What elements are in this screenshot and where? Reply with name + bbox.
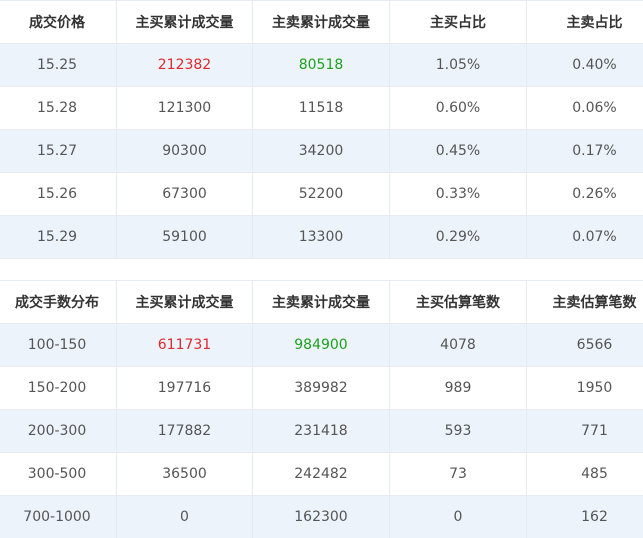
table-row: 150-200 197716 389982 989 1950	[0, 366, 643, 410]
cell-sell-volume: 13300	[252, 215, 390, 259]
cell-sell-ratio: 0.06%	[526, 86, 643, 130]
cell-buy-volume: 177882	[116, 409, 253, 453]
header-sell-volume: 主卖累计成交量	[252, 280, 390, 324]
cell-buy-count: 4078	[389, 323, 527, 367]
cell-buy-ratio: 1.05%	[389, 43, 527, 87]
cell-buy-volume: 59100	[116, 215, 253, 259]
table-row: 700-1000 0 162300 0 162	[0, 495, 643, 538]
table-header-row: 成交价格 主买累计成交量 主卖累计成交量 主买占比 主卖占比	[0, 0, 643, 44]
cell-sell-volume: 80518	[252, 43, 390, 87]
cell-lot-range: 150-200	[0, 366, 117, 410]
cell-price: 15.29	[0, 215, 117, 259]
cell-sell-volume: 11518	[252, 86, 390, 130]
cell-sell-ratio: 0.40%	[526, 43, 643, 87]
cell-lot-range: 700-1000	[0, 495, 117, 538]
cell-buy-volume: 121300	[116, 86, 253, 130]
cell-sell-volume: 242482	[252, 452, 390, 496]
cell-buy-ratio: 0.45%	[389, 129, 527, 173]
cell-buy-volume: 67300	[116, 172, 253, 216]
lot-size-distribution-table: 成交手数分布 主买累计成交量 主卖累计成交量 主买估算笔数 主卖估算笔数 100…	[0, 280, 643, 538]
cell-buy-ratio: 0.33%	[389, 172, 527, 216]
cell-buy-volume: 212382	[116, 43, 253, 87]
cell-sell-volume: 34200	[252, 129, 390, 173]
table-row: 200-300 177882 231418 593 771	[0, 409, 643, 453]
header-buy-count: 主买估算笔数	[389, 280, 527, 324]
table-row: 15.28 121300 11518 0.60% 0.06%	[0, 86, 643, 130]
cell-sell-count: 1950	[526, 366, 643, 410]
cell-sell-volume: 231418	[252, 409, 390, 453]
table-row: 15.25 212382 80518 1.05% 0.40%	[0, 43, 643, 87]
header-sell-ratio: 主卖占比	[526, 0, 643, 44]
table-row: 15.26 67300 52200 0.33% 0.26%	[0, 172, 643, 216]
table-header-row: 成交手数分布 主买累计成交量 主卖累计成交量 主买估算笔数 主卖估算笔数	[0, 280, 643, 324]
cell-sell-ratio: 0.26%	[526, 172, 643, 216]
cell-buy-count: 593	[389, 409, 527, 453]
cell-sell-count: 485	[526, 452, 643, 496]
cell-sell-volume: 984900	[252, 323, 390, 367]
price-distribution-table: 成交价格 主买累计成交量 主卖累计成交量 主买占比 主卖占比 15.25 212…	[0, 0, 643, 259]
cell-buy-volume: 90300	[116, 129, 253, 173]
cell-price: 15.25	[0, 43, 117, 87]
cell-buy-volume: 611731	[116, 323, 253, 367]
cell-price: 15.27	[0, 129, 117, 173]
table-row: 100-150 611731 984900 4078 6566	[0, 323, 643, 367]
table-row: 300-500 36500 242482 73 485	[0, 452, 643, 496]
table-row: 15.29 59100 13300 0.29% 0.07%	[0, 215, 643, 259]
cell-sell-count: 6566	[526, 323, 643, 367]
header-buy-volume: 主买累计成交量	[116, 0, 253, 44]
cell-price: 15.28	[0, 86, 117, 130]
cell-sell-volume: 162300	[252, 495, 390, 538]
cell-lot-range: 100-150	[0, 323, 117, 367]
trade-distribution-panel: 成交价格 主买累计成交量 主卖累计成交量 主买占比 主卖占比 15.25 212…	[0, 0, 643, 538]
cell-buy-volume: 0	[116, 495, 253, 538]
header-sell-count: 主卖估算笔数	[526, 280, 643, 324]
table-row: 15.27 90300 34200 0.45% 0.17%	[0, 129, 643, 173]
header-sell-volume: 主卖累计成交量	[252, 0, 390, 44]
cell-buy-ratio: 0.60%	[389, 86, 527, 130]
header-buy-volume: 主买累计成交量	[116, 280, 253, 324]
header-buy-ratio: 主买占比	[389, 0, 527, 44]
cell-buy-count: 73	[389, 452, 527, 496]
cell-lot-range: 300-500	[0, 452, 117, 496]
cell-sell-count: 162	[526, 495, 643, 538]
cell-price: 15.26	[0, 172, 117, 216]
cell-buy-volume: 36500	[116, 452, 253, 496]
cell-buy-volume: 197716	[116, 366, 253, 410]
cell-sell-ratio: 0.17%	[526, 129, 643, 173]
cell-sell-count: 771	[526, 409, 643, 453]
cell-buy-count: 0	[389, 495, 527, 538]
header-trade-price: 成交价格	[0, 0, 117, 44]
cell-lot-range: 200-300	[0, 409, 117, 453]
header-lot-range: 成交手数分布	[0, 280, 117, 324]
cell-sell-volume: 389982	[252, 366, 390, 410]
cell-sell-ratio: 0.07%	[526, 215, 643, 259]
cell-sell-volume: 52200	[252, 172, 390, 216]
cell-buy-ratio: 0.29%	[389, 215, 527, 259]
cell-buy-count: 989	[389, 366, 527, 410]
